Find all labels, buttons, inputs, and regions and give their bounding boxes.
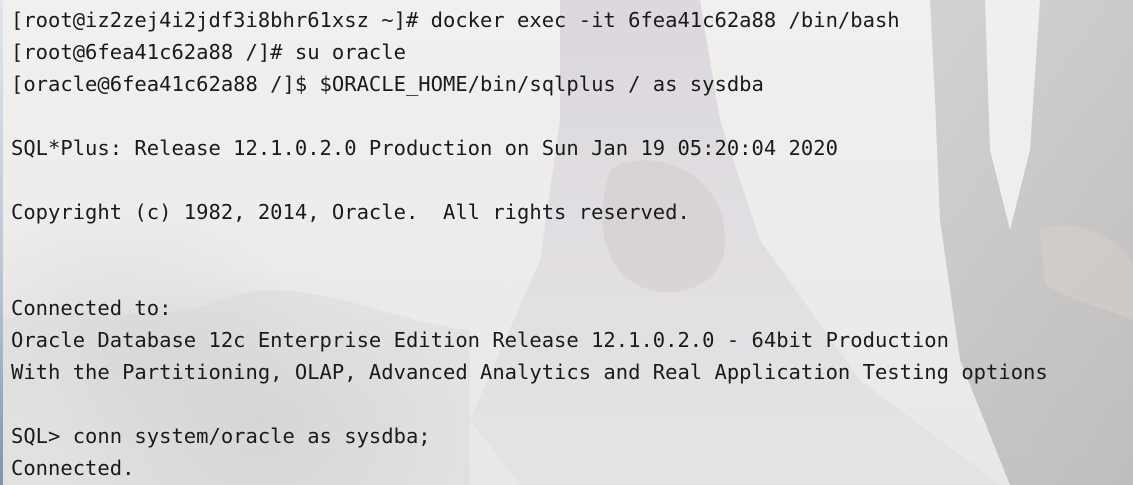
terminal-line: SQL> conn system/oracle as sysdba;	[11, 424, 431, 448]
terminal-line: Copyright (c) 1982, 2014, Oracle. All ri…	[11, 200, 690, 224]
terminal-line: [root@iz2zej4i2jdf3i8bhr61xsz ~]# docker…	[11, 8, 900, 32]
terminal-line: Connected to:	[11, 296, 172, 320]
terminal-line: [root@6fea41c62a88 /]# su oracle	[11, 40, 406, 64]
terminal-line: Connected.	[11, 456, 135, 480]
terminal-line: With the Partitioning, OLAP, Advanced An…	[11, 360, 1048, 384]
terminal-line: Oracle Database 12c Enterprise Edition R…	[11, 328, 949, 352]
terminal-line: [oracle@6fea41c62a88 /]$ $ORACLE_HOME/bi…	[11, 72, 764, 96]
terminal-output[interactable]: [root@iz2zej4i2jdf3i8bhr61xsz ~]# docker…	[0, 0, 1133, 485]
terminal-line: SQL*Plus: Release 12.1.0.2.0 Production …	[11, 136, 838, 160]
